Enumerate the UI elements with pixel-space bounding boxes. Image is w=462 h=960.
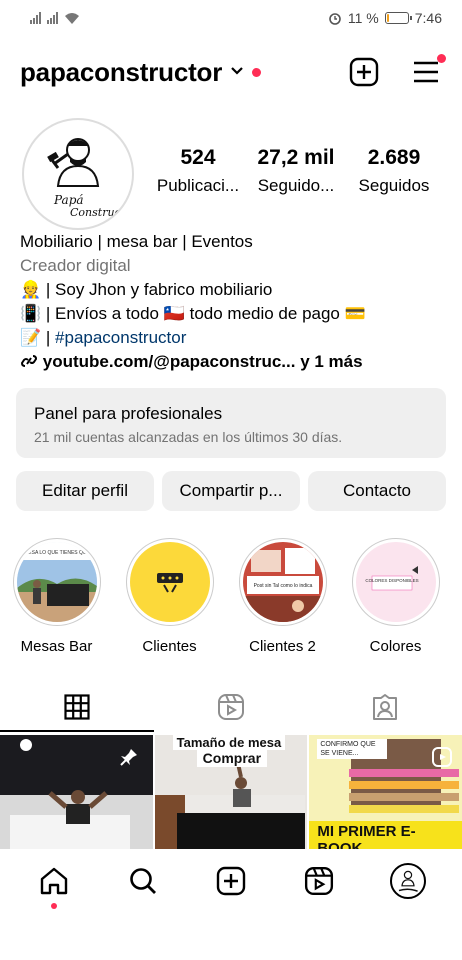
search-icon (129, 868, 156, 894)
battery-percent: 11 % (347, 10, 379, 26)
nav-reels[interactable] (297, 859, 341, 903)
link-icon (20, 355, 38, 367)
nav-search[interactable] (121, 859, 165, 903)
tab-tagged[interactable] (308, 682, 462, 732)
username[interactable]: papaconstructor (20, 57, 222, 88)
nav-home[interactable] (32, 859, 76, 909)
pin-icon (119, 749, 137, 766)
nav-profile[interactable] (386, 859, 430, 903)
svg-text:Post sin Tal como lo indica: Post sin Tal como lo indica (253, 583, 312, 589)
bio-category: Creador digital (20, 256, 131, 275)
posts-count[interactable]: 524 Publicaci... (150, 146, 246, 196)
bio-link[interactable]: youtube.com/@papaconstruc... (43, 352, 296, 371)
following-count[interactable]: 2.689 Seguidos (346, 146, 442, 196)
reels-icon (218, 694, 244, 720)
chevron-down-icon[interactable] (230, 63, 244, 81)
post-overlay-button: Comprar (196, 749, 268, 767)
highlight-clientes-2[interactable]: Post sin Tal como lo indica Clientes 2 (226, 538, 339, 655)
svg-text:COLORES DISPONIBLES: COLORES DISPONIBLES (365, 578, 418, 583)
highlight-thumb (129, 542, 210, 622)
post-thumbnail[interactable] (0, 735, 153, 849)
profile-stats: 524 Publicaci... 27,2 mil Seguido... 2.6… (150, 146, 442, 196)
grid-icon (64, 694, 90, 720)
bio-line-3: 📝 | #papaconstructor (20, 328, 187, 347)
create-post-button[interactable] (348, 56, 380, 88)
highlight-label: Clientes 2 (249, 638, 316, 655)
post-overlay-title: Tamaño de mesa (172, 735, 286, 750)
nav-avatar (389, 863, 426, 899)
home-notification-dot (51, 903, 58, 909)
svg-text:Constructor: Constructor (70, 206, 128, 219)
avatar-logo: Papá Constructor (47, 138, 128, 219)
home-icon (40, 867, 68, 895)
reel-badge-icon (432, 747, 453, 767)
professional-dashboard[interactable]: Panel para profesionales 21 mil cuentas … (16, 388, 446, 458)
post-thumbnail[interactable]: Tamaño de mesa Comprar (154, 735, 308, 849)
highlight-thumb: Post sin Tal como lo indica (242, 542, 323, 622)
highlight-label: Mesas Bar (20, 638, 93, 655)
bio-line-2: 📳 | Envíos a todo 🇨🇱 todo medio de pago … (20, 304, 366, 323)
alarm-icon (329, 13, 341, 25)
bio-hashtag[interactable]: #papaconstructor (55, 328, 186, 347)
highlight-mesas-bar[interactable]: MESA LO QUE TIENES QUE Mesas Bar (0, 538, 113, 655)
bio-link-more[interactable]: y 1 más (295, 352, 362, 371)
highlight-thumb: COLORES DISPONIBLES (355, 542, 436, 622)
share-profile-button[interactable]: Compartir p... (162, 471, 300, 511)
battery-icon (384, 12, 412, 24)
profile-actions: Editar perfil Compartir p... Contacto (16, 471, 446, 511)
profile-header: papaconstructor (20, 48, 446, 96)
bottom-navigation (0, 850, 462, 912)
followers-count[interactable]: 27,2 mil Seguido... (248, 146, 344, 196)
highlight-clientes[interactable]: Clientes (113, 538, 226, 655)
bio-name: Mobiliario | mesa bar | Eventos (20, 232, 253, 251)
post-thumbnail[interactable]: CONFIRMO QUE SE VIENE... MI PRIMER E-BOO… (309, 735, 462, 849)
story-highlights: MESA LO QUE TIENES QUE Mesas Bar Cliente… (0, 538, 462, 655)
dashboard-title: Panel para profesionales (34, 404, 223, 423)
highlight-label: Colores (369, 638, 422, 655)
menu-notification-dot (437, 54, 446, 63)
profile-bio: Mobiliario | mesa bar | Eventos Creador … (20, 230, 446, 374)
bio-link-row[interactable]: youtube.com/@papaconstruc... y 1 más (20, 350, 446, 374)
account-notification-dot (252, 67, 262, 77)
post-overlay-main: MI PRIMER E-BOOK (317, 823, 416, 849)
contact-button[interactable]: Contacto (308, 471, 446, 511)
reels-icon (305, 866, 334, 896)
clock: 7:46 (414, 10, 442, 26)
posts-grid: Tamaño de mesa Comprar CONFIRMO QUE SE V… (0, 735, 462, 849)
hamburger-icon (414, 61, 438, 83)
nav-create[interactable] (209, 859, 253, 903)
signal-icon (30, 12, 41, 24)
dashboard-subtitle: 21 mil cuentas alcanzadas en los últimos… (34, 429, 343, 445)
bio-line-1: 👷 | Soy Jhon y fabrico mobiliario (20, 280, 273, 299)
edit-profile-button[interactable]: Editar perfil (16, 471, 154, 511)
post-overlay-top: CONFIRMO QUE SE VIENE... (317, 739, 388, 759)
plus-square-icon (216, 866, 246, 896)
status-bar: 11 % 7:46 (0, 0, 462, 36)
profile-avatar[interactable]: Papá Constructor (22, 118, 134, 230)
tab-grid[interactable] (0, 682, 154, 732)
svg-text:MESA LO QUE TIENES QUE: MESA LO QUE TIENES QUE (24, 550, 90, 556)
svg-text:Papá: Papá (53, 193, 84, 207)
wifi-icon (65, 12, 79, 24)
profile-tabs (0, 682, 462, 732)
tab-reels[interactable] (154, 682, 308, 732)
tagged-user-icon (373, 694, 397, 720)
plus-square-icon (349, 57, 379, 87)
highlight-colores[interactable]: COLORES DISPONIBLES Colores (339, 538, 452, 655)
highlight-label: Clientes (142, 638, 197, 655)
highlight-thumb: MESA LO QUE TIENES QUE (16, 542, 97, 622)
menu-button[interactable] (410, 54, 446, 88)
active-tab-indicator (0, 730, 154, 732)
signal-icon-2 (47, 12, 58, 24)
